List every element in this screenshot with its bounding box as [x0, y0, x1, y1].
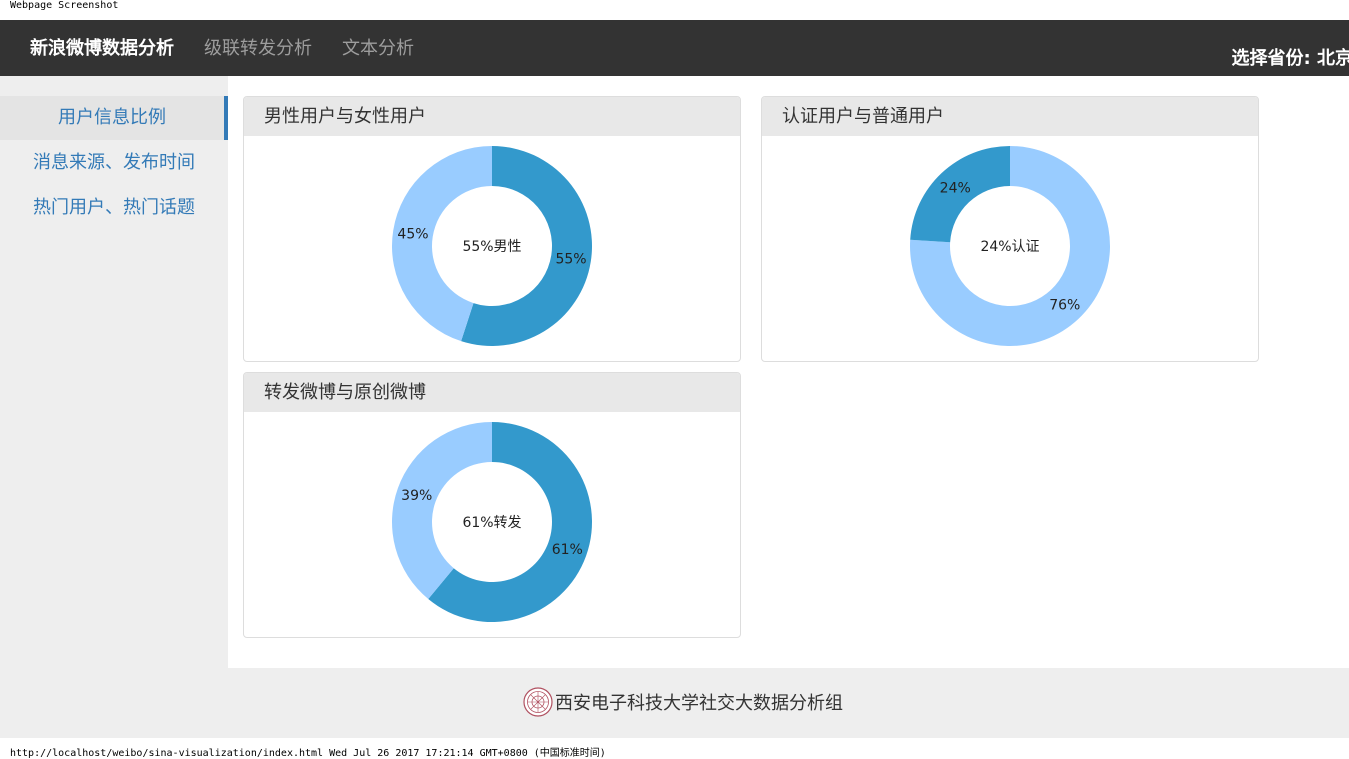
sidebar-item-user-ratio[interactable]: 用户信息比例: [0, 96, 228, 140]
panel-verified: 认证用户与普通用户 76% 24% 24%认证: [761, 96, 1259, 362]
panel-title: 转发微博与原创微博: [244, 373, 740, 412]
status-url-line: http://localhost/weibo/sina-visualizatio…: [10, 748, 606, 759]
donut-slice-1[interactable]: [392, 422, 492, 600]
donut-center-label: 55%男性: [462, 239, 521, 255]
slice-label-0: 55%: [555, 252, 586, 268]
donut-center-label: 24%认证: [980, 239, 1039, 255]
panel-repost: 转发微博与原创微博 61% 39% 61%转发: [243, 372, 741, 638]
gender-donut-chart: 55% 45% 55%男性: [392, 146, 592, 346]
slice-label-0: 76%: [1049, 297, 1080, 313]
sidebar-item-source-time[interactable]: 消息来源、发布时间: [0, 141, 228, 185]
university-seal-icon: [523, 687, 553, 717]
donut-center-label: 61%转发: [462, 515, 521, 531]
sidebar-item-hot-users-topics[interactable]: 热门用户、热门话题: [0, 186, 228, 230]
province-selector[interactable]: 选择省份: 北京: [1232, 44, 1349, 70]
top-navbar: 新浪微博数据分析 级联转发分析 文本分析 选择省份: 北京: [0, 20, 1349, 76]
sidebar: 用户信息比例 消息来源、发布时间 热门用户、热门话题: [0, 76, 228, 668]
repost-donut-chart: 61% 39% 61%转发: [392, 422, 592, 622]
panel-gender: 男性用户与女性用户 55% 45% 55%男性: [243, 96, 741, 362]
screenshot-label: Webpage Screenshot: [10, 0, 119, 11]
footer-text: 西安电子科技大学社交大数据分析组: [555, 693, 843, 714]
slice-label-0: 61%: [552, 542, 583, 558]
nav-link-cascade[interactable]: 级联转发分析: [204, 34, 312, 60]
panel-title: 男性用户与女性用户: [244, 97, 740, 136]
slice-label-1: 39%: [401, 488, 432, 504]
panel-title: 认证用户与普通用户: [762, 97, 1258, 136]
slice-label-1: 45%: [397, 226, 428, 242]
verified-donut-chart: 76% 24% 24%认证: [910, 146, 1110, 346]
nav-link-text-analysis[interactable]: 文本分析: [342, 34, 414, 60]
slice-label-1: 24%: [940, 181, 971, 197]
footer: 西安电子科技大学社交大数据分析组: [0, 668, 1349, 738]
brand-title[interactable]: 新浪微博数据分析: [30, 34, 174, 60]
